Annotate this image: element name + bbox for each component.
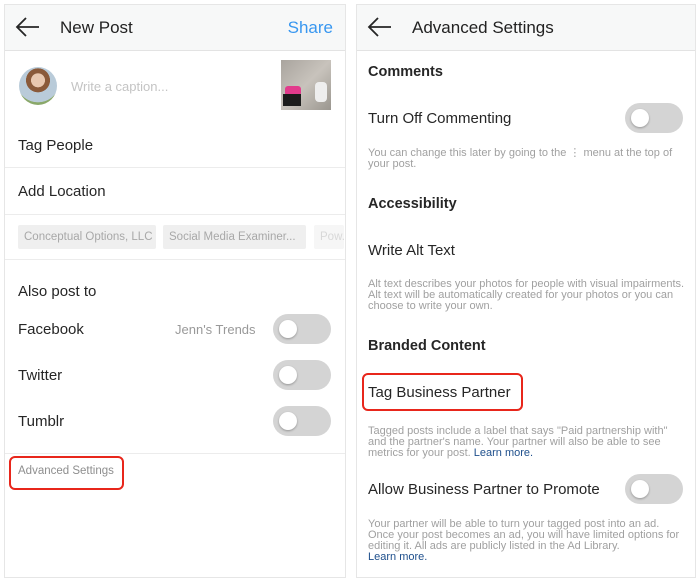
learn-more-link[interactable]: Learn more. — [474, 447, 533, 459]
highlight-box — [362, 373, 523, 411]
divider — [5, 167, 345, 168]
back-arrow-icon[interactable] — [15, 15, 41, 39]
comments-help: You can change this later by going to th… — [368, 147, 673, 170]
write-alt-text-item[interactable]: Write Alt Text — [368, 242, 455, 259]
turn-off-commenting-label: Turn Off Commenting — [368, 110, 512, 127]
facebook-label: Facebook — [18, 321, 84, 338]
back-arrow-icon[interactable] — [367, 15, 393, 39]
learn-more-link[interactable]: Learn more. — [368, 551, 427, 563]
accessibility-heading: Accessibility — [368, 196, 457, 212]
divider — [5, 259, 345, 260]
comments-heading: Comments — [368, 64, 443, 80]
twitter-label: Twitter — [18, 367, 63, 384]
turn-off-commenting-toggle[interactable] — [625, 103, 683, 133]
page-title: Advanced Settings — [412, 18, 554, 37]
branded-content-heading: Branded Content — [368, 338, 486, 354]
allow-promote-toggle[interactable] — [625, 474, 683, 504]
facebook-toggle[interactable] — [273, 314, 331, 344]
new-post-screen: New Post Share Write a caption... Tag Pe… — [4, 4, 346, 578]
highlight-box — [9, 456, 124, 490]
tag-partner-help: Tagged posts include a label that says "… — [368, 426, 686, 459]
location-chip[interactable]: Conceptual Options, LLC — [18, 225, 156, 249]
page-title: New Post — [60, 18, 133, 37]
tumblr-toggle[interactable] — [273, 406, 331, 436]
allow-promote-label: Allow Business Partner to Promote — [368, 481, 600, 498]
divider — [5, 214, 345, 215]
post-thumbnail — [281, 60, 331, 110]
location-chip[interactable]: Pow... — [314, 225, 344, 249]
tumblr-label: Tumblr — [18, 413, 65, 430]
add-location-item[interactable]: Add Location — [18, 183, 106, 200]
help-text: Your partner will be able to turn your t… — [368, 518, 680, 552]
share-button[interactable]: Share — [288, 18, 333, 38]
avatar — [19, 67, 57, 105]
divider — [5, 453, 345, 454]
also-post-to-label: Also post to — [18, 283, 97, 300]
header: New Post Share — [5, 5, 345, 51]
tag-people-item[interactable]: Tag People — [18, 137, 93, 154]
location-chip[interactable]: Social Media Examiner... — [163, 225, 306, 249]
facebook-account: Jenn's Trends — [175, 322, 256, 337]
advanced-settings-screen: Advanced Settings Comments Turn Off Comm… — [356, 4, 696, 578]
header: Advanced Settings — [357, 5, 695, 51]
promote-help: Your partner will be able to turn your t… — [368, 519, 686, 563]
alt-text-help: Alt text describes your photos for peopl… — [368, 278, 685, 312]
twitter-toggle[interactable] — [273, 360, 331, 390]
caption-input[interactable]: Write a caption... — [71, 79, 168, 94]
